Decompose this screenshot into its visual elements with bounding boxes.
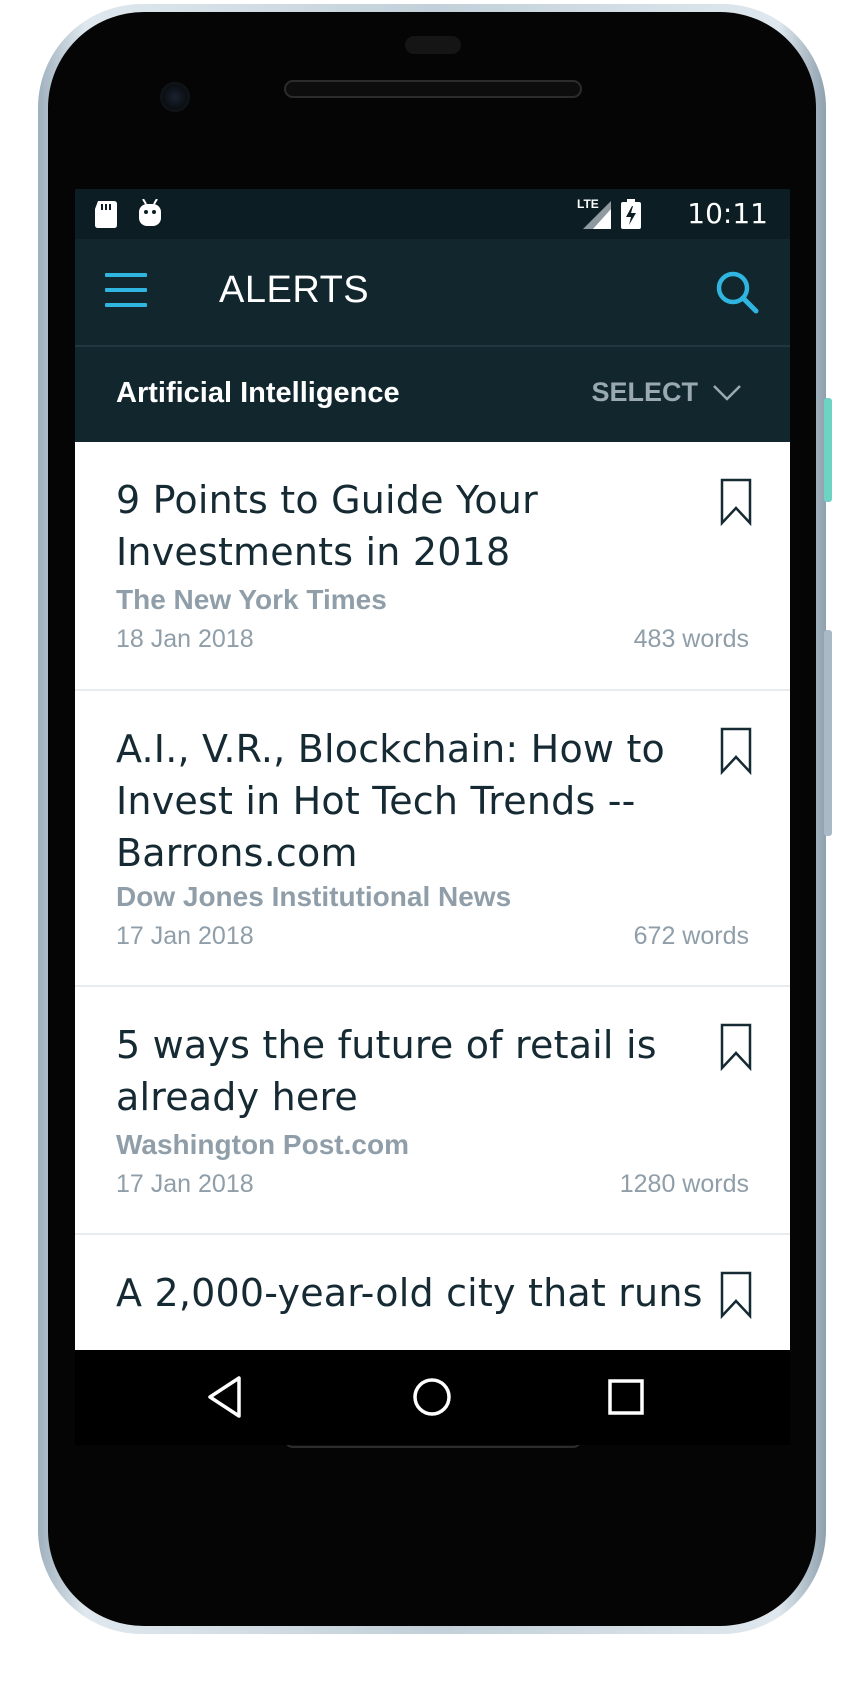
screen: LTE 10:11 ALERTS Artificial Intelligence <box>75 189 790 1445</box>
signal-icon <box>583 201 611 229</box>
bookmark-icon[interactable] <box>720 1271 752 1319</box>
article-title: A 2,000-year-old city that runs <box>116 1271 703 1315</box>
top-microphone-slit <box>405 36 461 54</box>
select-label: SELECT <box>591 377 698 407</box>
article-card[interactable]: A.I., V.R., Blockchain: How to Invest in… <box>75 691 790 987</box>
sd-card-icon <box>95 201 117 228</box>
volume-button <box>824 630 832 836</box>
article-date: 17 Jan 2018 <box>116 922 254 950</box>
home-circle-icon[interactable] <box>411 1376 453 1418</box>
recents-square-icon[interactable] <box>607 1378 645 1416</box>
app-bar: ALERTS <box>75 239 790 347</box>
hamburger-menu-icon[interactable] <box>105 271 149 311</box>
article-title: A.I., V.R., Blockchain: How to Invest in… <box>116 727 666 875</box>
article-date: 18 Jan 2018 <box>116 625 254 653</box>
back-triangle-icon[interactable] <box>205 1374 245 1420</box>
bookmark-icon[interactable] <box>720 727 752 775</box>
front-camera <box>160 82 190 112</box>
system-nav-bar <box>75 1350 790 1445</box>
article-word-count: 483 words <box>633 625 749 653</box>
bookmark-icon[interactable] <box>720 1023 752 1071</box>
top-speaker <box>284 80 582 98</box>
article-title: 9 Points to Guide Your Investments in 20… <box>116 478 538 574</box>
article-word-count: 672 words <box>633 922 749 950</box>
bookmark-icon[interactable] <box>720 478 752 526</box>
article-word-count: 1280 words <box>619 1170 749 1198</box>
android-debug-icon <box>139 199 161 226</box>
battery-charging-icon <box>621 199 641 229</box>
topic-bar: Artificial Intelligence SELECT <box>75 347 790 442</box>
search-button[interactable] <box>714 269 760 315</box>
status-bar: LTE 10:11 <box>75 189 790 239</box>
topic-name: Artificial Intelligence <box>116 377 400 409</box>
search-icon <box>716 271 759 314</box>
article-source: The New York Times <box>116 584 387 615</box>
power-button <box>824 398 832 502</box>
article-card[interactable]: 9 Points to Guide Your Investments in 20… <box>75 442 790 691</box>
chevron-down-icon <box>713 384 741 401</box>
article-card[interactable]: 5 ways the future of retail is already h… <box>75 987 790 1235</box>
status-clock: 10:11 <box>687 197 768 230</box>
select-topic-button[interactable]: SELECT <box>591 377 742 408</box>
article-date: 17 Jan 2018 <box>116 1170 254 1198</box>
page-title: ALERTS <box>219 269 370 311</box>
article-source: Washington Post.com <box>116 1129 409 1160</box>
article-source: Dow Jones Institutional News <box>116 881 512 912</box>
article-title: 5 ways the future of retail is already h… <box>116 1023 657 1119</box>
article-list: 9 Points to Guide Your Investments in 20… <box>75 442 790 1395</box>
